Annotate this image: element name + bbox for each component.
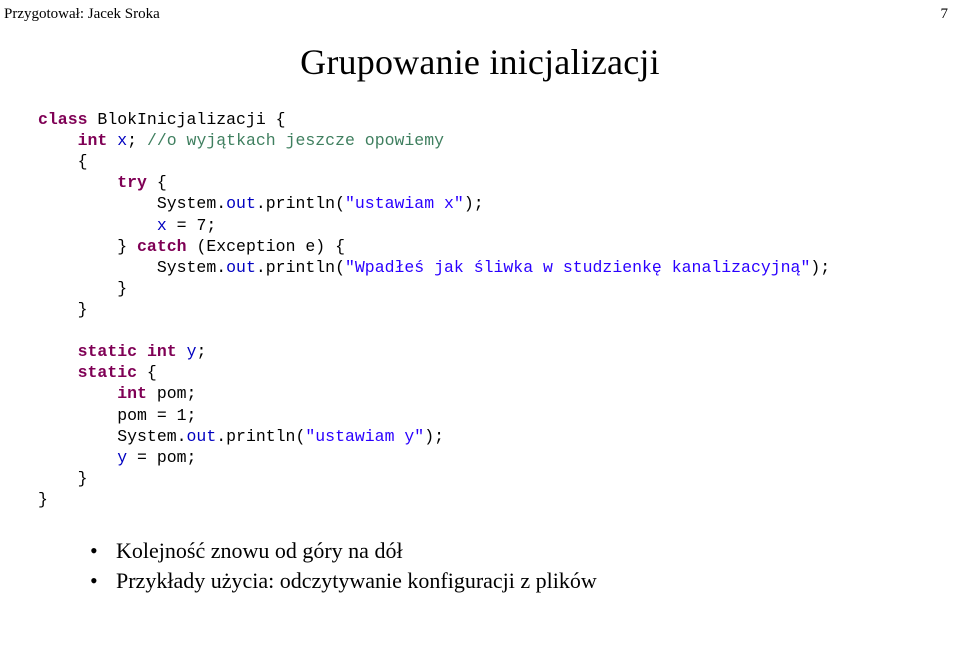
code-text: ; xyxy=(127,131,147,150)
code-text: pom = 1; xyxy=(38,406,196,425)
kw-catch: catch xyxy=(137,237,187,256)
kw-int: int xyxy=(147,342,177,361)
code-text: ); xyxy=(424,427,444,446)
code-text: = pom; xyxy=(127,448,196,467)
code-text: .println( xyxy=(256,258,345,277)
list-item: • Przykłady użycia: odczytywanie konfigu… xyxy=(90,566,960,596)
code-text: } xyxy=(38,237,137,256)
code-text: System. xyxy=(38,194,226,213)
kw-static: static xyxy=(78,363,137,382)
code-text: ; xyxy=(196,342,206,361)
code-text xyxy=(177,342,187,361)
author-label: Przygotował: Jacek Sroka xyxy=(4,6,160,23)
code-text: (Exception e) { xyxy=(187,237,345,256)
code-text: { xyxy=(147,173,167,192)
bullet-icon: • xyxy=(90,536,116,566)
field-x: x xyxy=(157,216,167,235)
code-text xyxy=(107,131,117,150)
list-item: • Kolejność znowu od góry na dół xyxy=(90,536,960,566)
code-text: { xyxy=(137,363,157,382)
field-out: out xyxy=(187,427,217,446)
field-y: y xyxy=(187,342,197,361)
code-text: } xyxy=(38,469,88,488)
bullet-icon: • xyxy=(90,566,116,596)
code-text: System. xyxy=(38,258,226,277)
code-block: class BlokInicjalizacji { int x; //o wyj… xyxy=(38,109,960,510)
kw-class: class xyxy=(38,110,88,129)
code-text: .println( xyxy=(216,427,305,446)
field-out: out xyxy=(226,258,256,277)
code-text: = 7; xyxy=(167,216,217,235)
page-number: 7 xyxy=(941,6,949,23)
code-text xyxy=(137,342,147,361)
string-literal: "ustawiam y" xyxy=(305,427,424,446)
kw-int: int xyxy=(117,384,147,403)
code-text xyxy=(38,363,78,382)
code-text: } xyxy=(38,279,127,298)
kw-try: try xyxy=(117,173,147,192)
code-text: } xyxy=(38,490,48,509)
kw-int: int xyxy=(78,131,108,150)
field-y: y xyxy=(117,448,127,467)
code-text xyxy=(38,342,78,361)
bullet-text: Kolejność znowu od góry na dół xyxy=(116,536,403,566)
code-text: .println( xyxy=(256,194,345,213)
slide-title: Grupowanie inicjalizacji xyxy=(0,41,960,83)
string-literal: "ustawiam x" xyxy=(345,194,464,213)
code-text xyxy=(38,448,117,467)
code-text: ); xyxy=(464,194,484,213)
code-text xyxy=(38,131,78,150)
field-x: x xyxy=(117,131,127,150)
page-header: Przygotował: Jacek Sroka 7 xyxy=(0,0,960,23)
code-text xyxy=(38,384,117,403)
code-text xyxy=(38,173,117,192)
code-text: } xyxy=(38,300,88,319)
code-text: System. xyxy=(38,427,187,446)
comment: //o wyjątkach jeszcze opowiemy xyxy=(147,131,444,150)
bullet-text: Przykłady użycia: odczytywanie konfigura… xyxy=(116,566,597,596)
field-out: out xyxy=(226,194,256,213)
code-text: ); xyxy=(810,258,830,277)
code-text: { xyxy=(38,152,88,171)
code-text xyxy=(38,216,157,235)
bullet-list: • Kolejność znowu od góry na dół • Przyk… xyxy=(90,536,960,595)
code-text: BlokInicjalizacji { xyxy=(88,110,286,129)
string-literal: "Wpadłeś jak śliwka w studzienkę kanaliz… xyxy=(345,258,810,277)
kw-static: static xyxy=(78,342,137,361)
code-text: pom; xyxy=(147,384,197,403)
page: Przygotował: Jacek Sroka 7 Grupowanie in… xyxy=(0,0,960,658)
